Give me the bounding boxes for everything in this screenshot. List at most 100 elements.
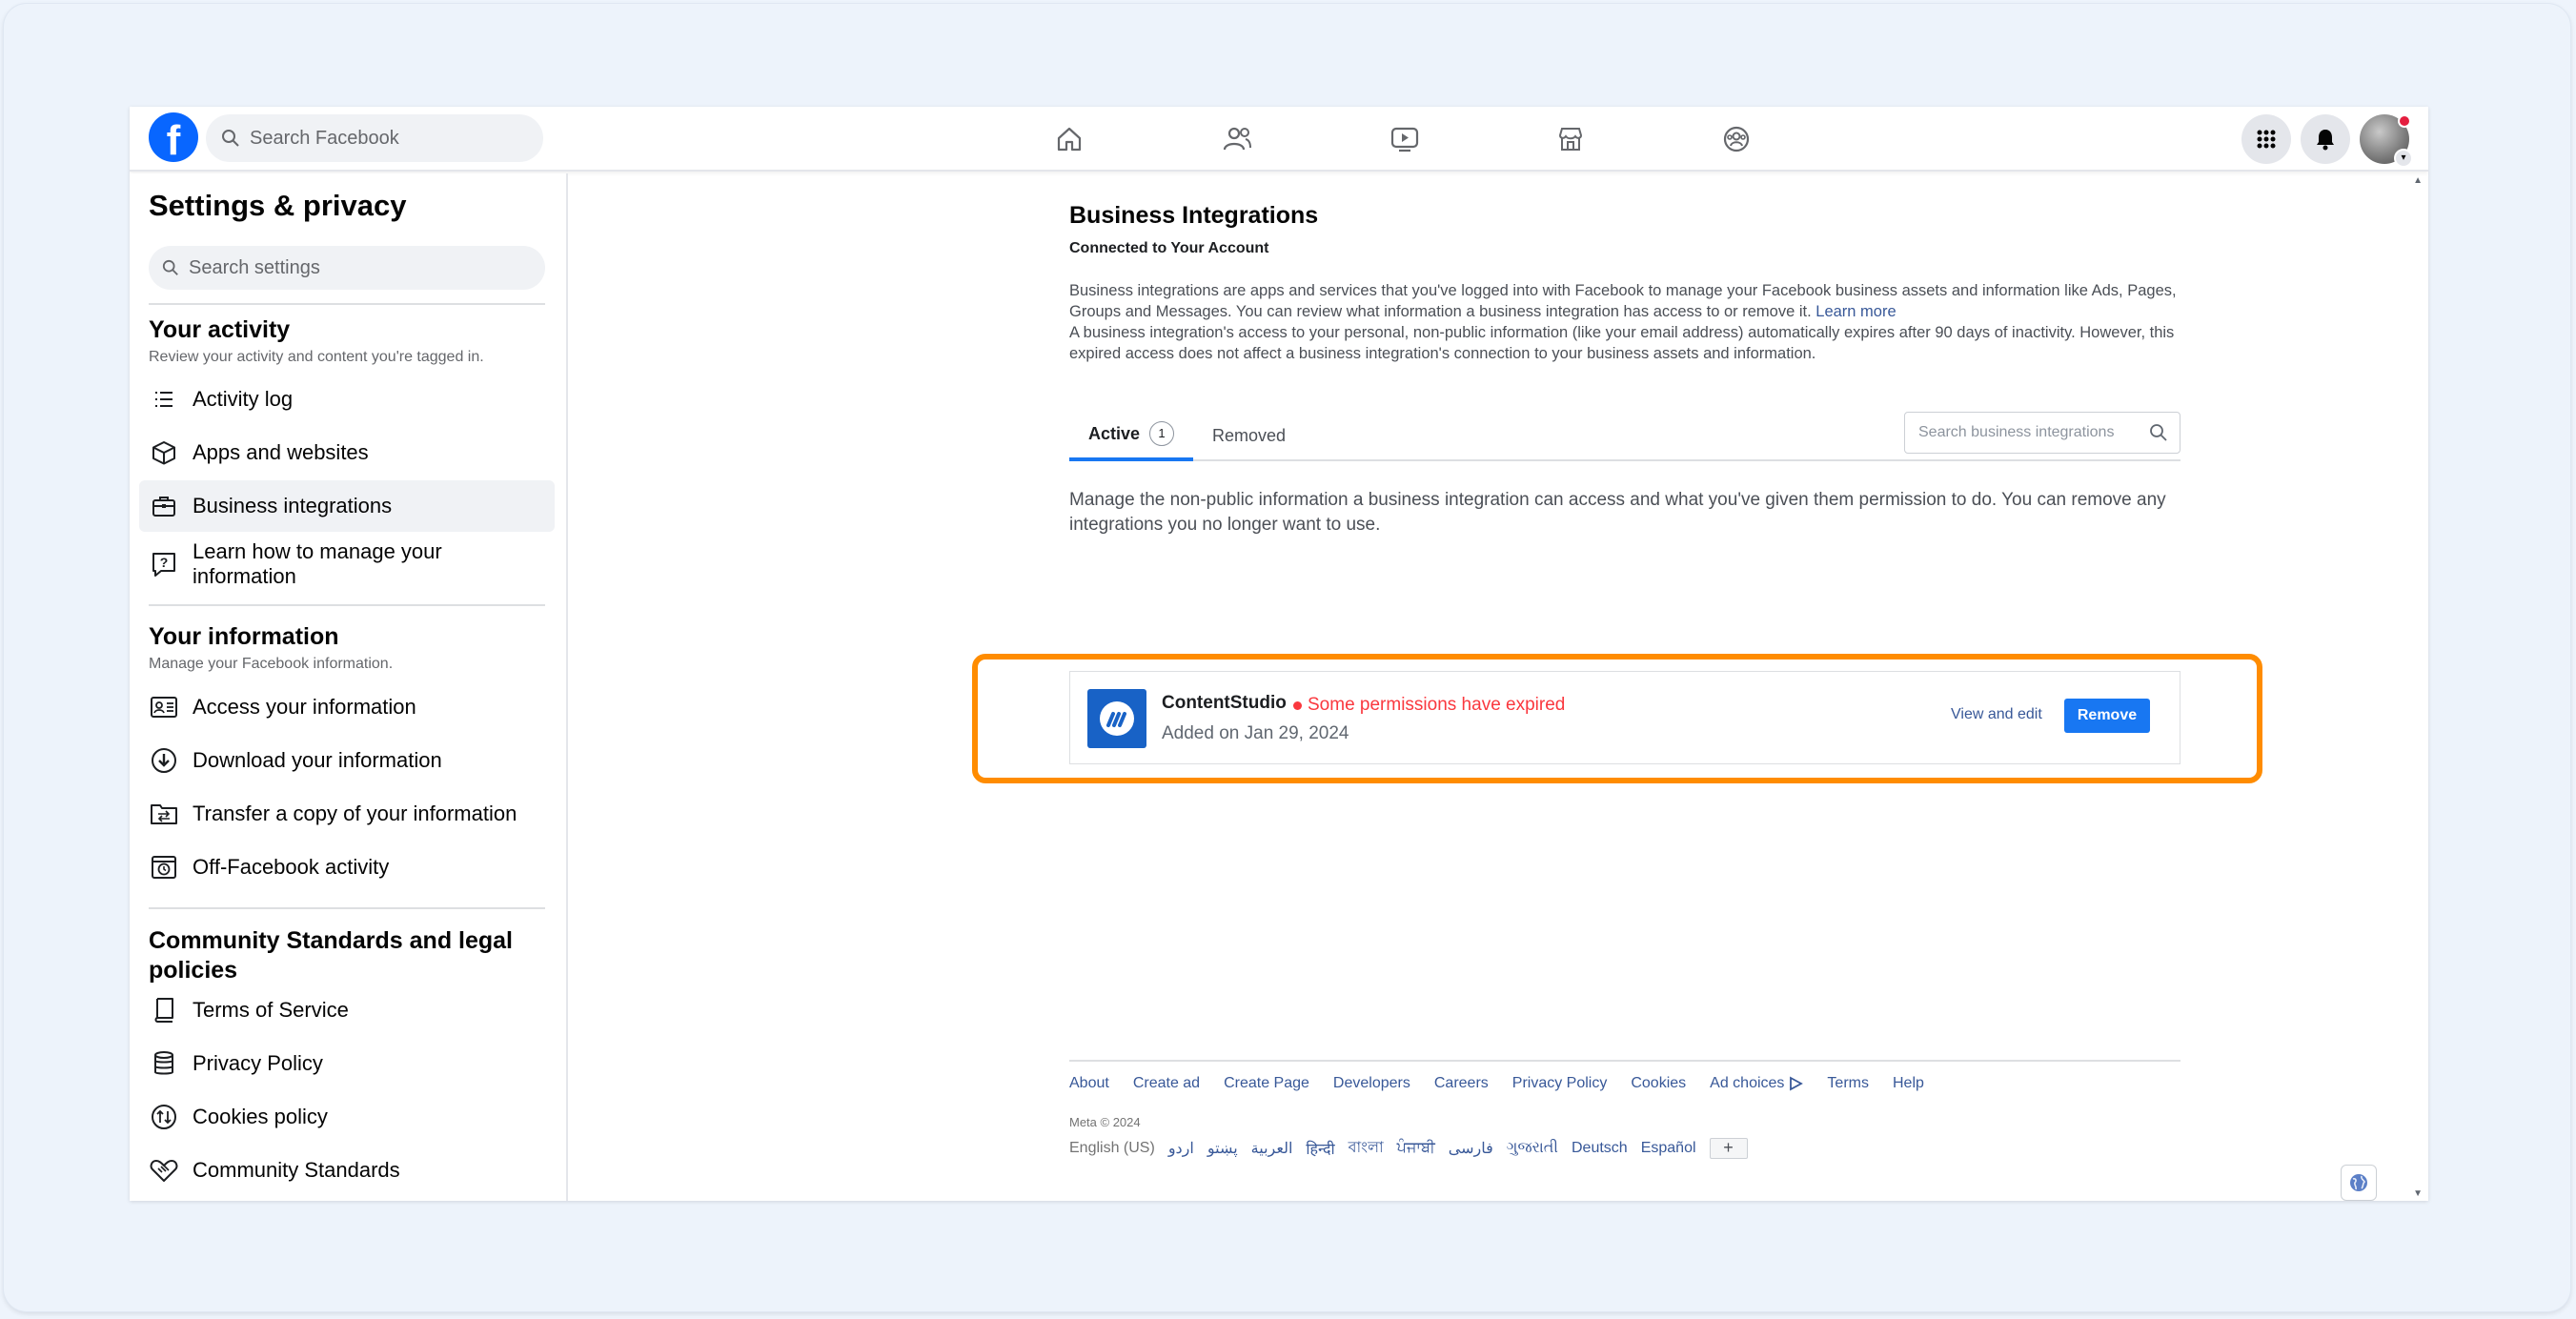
language-selector: English (US) اردو پښتو العربية हिन्दी বা… [1069,1135,2180,1161]
scroll-down-arrow[interactable]: ▼ [2413,1188,2423,1199]
footer-link-privacy-policy[interactable]: Privacy Policy [1512,1075,1608,1092]
facebook-logo[interactable]: f [149,112,198,162]
search-icon [162,259,178,275]
tab-removed[interactable]: Removed [1212,410,1286,461]
sidebar-item-label: Privacy Policy [193,1051,323,1075]
sidebar-item-business-integrations[interactable]: Business integrations [139,480,555,532]
sidebar-item-label: Cookies policy [193,1105,328,1128]
tab-active-label: Active [1087,423,1141,443]
sidebar-title: Settings & privacy [149,189,407,222]
ad-choices-icon [1790,1076,1804,1091]
language-option[interactable]: پښتو [1207,1139,1238,1158]
business-integrations-search-input[interactable]: Search business integrations [1904,412,2180,454]
section-title-your-activity: Your activity [149,316,291,343]
search-placeholder: Search Facebook [250,127,399,149]
globe-icon[interactable] [2341,1165,2377,1201]
language-option[interactable]: Español [1641,1140,1696,1157]
footer-link-terms[interactable]: Terms [1827,1075,1869,1092]
tab-active[interactable]: Active 1 [1069,410,1193,461]
sidebar-item-label: Apps and websites [193,440,369,464]
friends-icon[interactable] [1220,122,1254,156]
divider [149,907,545,909]
footer-link-ad-choices[interactable]: Ad choices [1710,1075,1804,1092]
sidebar-item-community-standards[interactable]: Community Standards [139,1145,555,1196]
sidebar-item-transfer-copy[interactable]: Transfer a copy of your information [139,788,555,840]
learn-more-link[interactable]: Learn more [1815,303,1896,320]
browser-window: f Search Facebook ▾ Settings & privacy S… [130,107,2428,1201]
account-controls: ▾ [2241,114,2413,168]
description-paragraph: Business integrations are apps and servi… [1069,280,2180,322]
sidebar-item-privacy-policy[interactable]: Privacy Policy [139,1038,555,1089]
footer-link-help[interactable]: Help [1893,1075,1924,1092]
scroll-up-arrow[interactable]: ▲ [2413,175,2423,186]
groups-icon[interactable] [1719,122,1754,156]
language-option[interactable]: Deutsch [1572,1140,1628,1157]
language-option[interactable]: বাংলা [1349,1135,1384,1161]
account-avatar[interactable]: ▾ [2360,114,2413,168]
language-option[interactable]: ગુજરાતી [1507,1140,1558,1157]
video-icon[interactable] [1388,122,1422,156]
sidebar-item-activity-log[interactable]: Activity log [139,374,555,425]
settings-search-placeholder: Search settings [189,256,320,278]
language-option[interactable]: اردو [1168,1139,1194,1158]
sidebar-item-off-facebook-activity[interactable]: Off-Facebook activity [139,842,555,893]
footer-link-create-ad[interactable]: Create ad [1133,1075,1200,1092]
language-option[interactable]: हिन्दी [1306,1138,1334,1159]
notifications-bell-icon[interactable] [2301,114,2350,164]
settings-search-input[interactable]: Search settings [149,246,545,290]
chevron-down-icon[interactable]: ▾ [2394,149,2413,168]
sidebar-item-access-your-information[interactable]: Access your information [139,681,555,733]
more-languages-button[interactable]: + [1709,1137,1748,1159]
sidebar-item-label: Download your information [193,748,442,772]
download-icon [149,745,179,776]
sidebar-item-cookies-policy[interactable]: Cookies policy [139,1091,555,1143]
page-title: Business Integrations [1069,202,1319,229]
page-subtitle: Connected to Your Account [1069,240,1269,256]
divider [149,303,545,305]
sidebar-item-learn-manage-information[interactable]: ? Learn how to manage your information [139,536,555,593]
sidebar-item-apps-and-websites[interactable]: Apps and websites [139,427,555,478]
primary-nav [911,107,1750,172]
remove-button[interactable]: Remove [2064,699,2150,733]
warning-dot [1293,700,1302,710]
integration-name: ContentStudio [1162,693,1287,713]
footer-link-create-page[interactable]: Create Page [1224,1075,1309,1092]
sidebar-item-label: Activity log [193,387,294,411]
menu-grid-icon[interactable] [2241,114,2291,164]
footer-link-about[interactable]: About [1069,1075,1109,1092]
warning-text: Some permissions have expired [1308,695,1566,715]
sidebar-item-download-your-information[interactable]: Download your information [139,735,555,786]
footer-links: About Create ad Create Page Developers C… [1069,1075,2180,1092]
facebook-search-input[interactable]: Search Facebook [206,114,543,162]
marketplace-icon[interactable] [1553,122,1588,156]
home-icon[interactable] [1052,122,1086,156]
language-option[interactable]: فارسی [1449,1139,1493,1158]
list-icon [149,384,179,415]
footer-link-developers[interactable]: Developers [1333,1075,1410,1092]
ad-choices-label: Ad choices [1710,1075,1785,1091]
sidebar-item-label: Off-Facebook activity [193,855,390,879]
help-bubble-icon: ? [149,549,179,579]
sidebar-item-label: Access your information [193,695,416,719]
sidebar-item-label: Business integrations [193,494,393,517]
section-title-your-information: Your information [149,623,339,650]
added-date: Added on Jan 29, 2024 [1162,723,1349,743]
page-footer: About Create ad Create Page Developers C… [1069,1060,2180,1161]
footer-link-cookies[interactable]: Cookies [1631,1075,1686,1092]
sidebar-item-label: Learn how to manage your information [193,539,442,588]
svg-text:?: ? [160,555,169,570]
briefcase-icon [149,491,179,521]
search-icon [2150,424,2167,441]
view-and-edit-link[interactable]: View and edit [1951,706,2042,723]
search-placeholder: Search business integrations [1918,424,2115,440]
footer-link-careers[interactable]: Careers [1434,1075,1489,1092]
contentstudio-logo [1087,689,1146,748]
language-option[interactable]: ਪੰਜਾਬੀ [1397,1140,1435,1157]
handshake-icon [149,1155,179,1186]
sidebar-item-label: Transfer a copy of your information [193,802,517,825]
language-option[interactable]: العربية [1251,1139,1293,1158]
cube-icon [149,437,179,468]
sidebar-item-terms-of-service[interactable]: Terms of Service [139,984,555,1036]
section-title-community-standards: Community Standards and legal policies [149,927,514,984]
database-icon [149,1048,179,1079]
